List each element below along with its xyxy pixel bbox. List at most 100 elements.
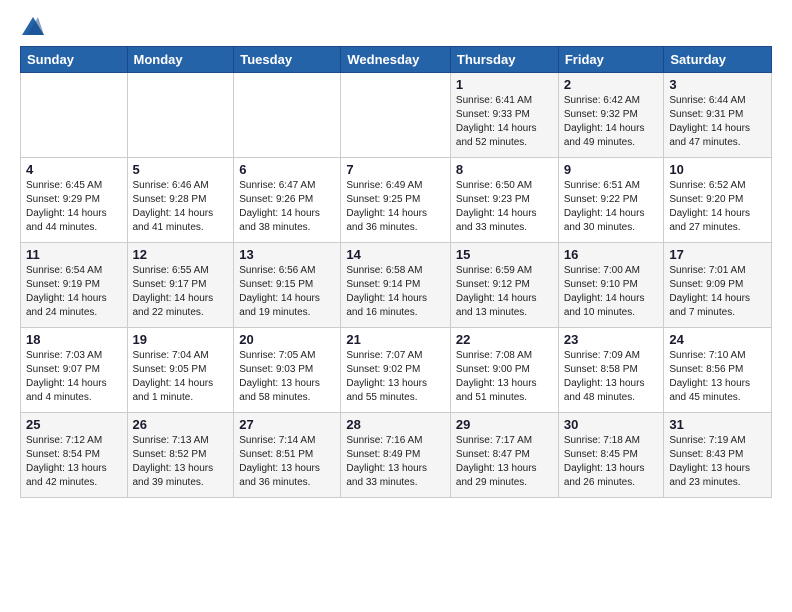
day-info: Sunrise: 6:47 AM Sunset: 9:26 PM Dayligh… xyxy=(239,179,335,235)
calendar-cell: 9 Sunrise: 6:51 AM Sunset: 9:22 PM Daylig… xyxy=(558,157,664,242)
calendar-cell xyxy=(341,72,451,157)
day-number: 8 xyxy=(456,162,553,177)
calendar-cell: 29 Sunrise: 7:17 AM Sunset: 8:47 PM Dayli… xyxy=(450,412,558,497)
weekday-header-friday: Friday xyxy=(558,46,664,72)
day-info: Sunrise: 7:12 AM Sunset: 8:54 PM Dayligh… xyxy=(26,434,122,490)
day-info: Sunrise: 6:51 AM Sunset: 9:22 PM Dayligh… xyxy=(564,179,659,235)
day-info: Sunrise: 7:09 AM Sunset: 8:58 PM Dayligh… xyxy=(564,349,659,405)
day-info: Sunrise: 7:18 AM Sunset: 8:45 PM Dayligh… xyxy=(564,434,659,490)
day-info: Sunrise: 6:46 AM Sunset: 9:28 PM Dayligh… xyxy=(133,179,229,235)
day-number: 1 xyxy=(456,77,553,92)
calendar-cell: 4 Sunrise: 6:45 AM Sunset: 9:29 PM Daylig… xyxy=(21,157,128,242)
logo xyxy=(20,16,46,36)
day-number: 27 xyxy=(239,417,335,432)
day-number: 19 xyxy=(133,332,229,347)
day-info: Sunrise: 7:05 AM Sunset: 9:03 PM Dayligh… xyxy=(239,349,335,405)
calendar-cell: 3Sunrise: 6:44 AM Sunset: 9:31 PM Daylig… xyxy=(664,72,772,157)
calendar-cell: 5 Sunrise: 6:46 AM Sunset: 9:28 PM Daylig… xyxy=(127,157,234,242)
day-number: 31 xyxy=(669,417,766,432)
calendar-cell xyxy=(234,72,341,157)
calendar-cell: 10Sunrise: 6:52 AM Sunset: 9:20 PM Dayli… xyxy=(664,157,772,242)
calendar-cell: 26 Sunrise: 7:13 AM Sunset: 8:52 PM Dayli… xyxy=(127,412,234,497)
calendar-week-4: 18 Sunrise: 7:03 AM Sunset: 9:07 PM Dayli… xyxy=(21,327,772,412)
day-info: Sunrise: 6:56 AM Sunset: 9:15 PM Dayligh… xyxy=(239,264,335,320)
day-number: 3 xyxy=(669,77,766,92)
calendar-cell: 18 Sunrise: 7:03 AM Sunset: 9:07 PM Dayli… xyxy=(21,327,128,412)
weekday-header-wednesday: Wednesday xyxy=(341,46,451,72)
day-info: Sunrise: 6:52 AM Sunset: 9:20 PM Dayligh… xyxy=(669,179,766,235)
day-number: 20 xyxy=(239,332,335,347)
day-info: Sunrise: 7:10 AM Sunset: 8:56 PM Dayligh… xyxy=(669,349,766,405)
day-number: 12 xyxy=(133,247,229,262)
day-info: Sunrise: 7:17 AM Sunset: 8:47 PM Dayligh… xyxy=(456,434,553,490)
day-info: Sunrise: 7:14 AM Sunset: 8:51 PM Dayligh… xyxy=(239,434,335,490)
day-number: 21 xyxy=(346,332,445,347)
calendar-cell: 21 Sunrise: 7:07 AM Sunset: 9:02 PM Dayli… xyxy=(341,327,451,412)
day-info: Sunrise: 6:58 AM Sunset: 9:14 PM Dayligh… xyxy=(346,264,445,320)
day-number: 18 xyxy=(26,332,122,347)
day-info: Sunrise: 7:16 AM Sunset: 8:49 PM Dayligh… xyxy=(346,434,445,490)
day-info: Sunrise: 7:07 AM Sunset: 9:02 PM Dayligh… xyxy=(346,349,445,405)
weekday-header-sunday: Sunday xyxy=(21,46,128,72)
day-number: 29 xyxy=(456,417,553,432)
weekday-header-monday: Monday xyxy=(127,46,234,72)
day-number: 28 xyxy=(346,417,445,432)
calendar-cell: 14 Sunrise: 6:58 AM Sunset: 9:14 PM Dayli… xyxy=(341,242,451,327)
day-info: Sunrise: 7:01 AM Sunset: 9:09 PM Dayligh… xyxy=(669,264,766,320)
day-info: Sunrise: 7:19 AM Sunset: 8:43 PM Dayligh… xyxy=(669,434,766,490)
day-info: Sunrise: 7:04 AM Sunset: 9:05 PM Dayligh… xyxy=(133,349,229,405)
day-info: Sunrise: 6:59 AM Sunset: 9:12 PM Dayligh… xyxy=(456,264,553,320)
calendar-cell: 20 Sunrise: 7:05 AM Sunset: 9:03 PM Dayli… xyxy=(234,327,341,412)
day-info: Sunrise: 7:08 AM Sunset: 9:00 PM Dayligh… xyxy=(456,349,553,405)
calendar-week-3: 11 Sunrise: 6:54 AM Sunset: 9:19 PM Dayli… xyxy=(21,242,772,327)
day-info: Sunrise: 7:03 AM Sunset: 9:07 PM Dayligh… xyxy=(26,349,122,405)
day-number: 24 xyxy=(669,332,766,347)
day-number: 2 xyxy=(564,77,659,92)
calendar-cell: 19 Sunrise: 7:04 AM Sunset: 9:05 PM Dayli… xyxy=(127,327,234,412)
calendar-week-2: 4 Sunrise: 6:45 AM Sunset: 9:29 PM Daylig… xyxy=(21,157,772,242)
calendar-cell: 13 Sunrise: 6:56 AM Sunset: 9:15 PM Dayli… xyxy=(234,242,341,327)
day-info: Sunrise: 7:00 AM Sunset: 9:10 PM Dayligh… xyxy=(564,264,659,320)
weekday-header-tuesday: Tuesday xyxy=(234,46,341,72)
day-number: 7 xyxy=(346,162,445,177)
day-number: 25 xyxy=(26,417,122,432)
day-info: Sunrise: 6:45 AM Sunset: 9:29 PM Dayligh… xyxy=(26,179,122,235)
day-number: 14 xyxy=(346,247,445,262)
calendar-cell: 23 Sunrise: 7:09 AM Sunset: 8:58 PM Dayli… xyxy=(558,327,664,412)
calendar-cell: 7 Sunrise: 6:49 AM Sunset: 9:25 PM Daylig… xyxy=(341,157,451,242)
day-number: 26 xyxy=(133,417,229,432)
calendar-cell: 16Sunrise: 7:00 AM Sunset: 9:10 PM Dayli… xyxy=(558,242,664,327)
day-number: 17 xyxy=(669,247,766,262)
day-number: 13 xyxy=(239,247,335,262)
day-info: Sunrise: 6:54 AM Sunset: 9:19 PM Dayligh… xyxy=(26,264,122,320)
day-info: Sunrise: 6:42 AM Sunset: 9:32 PM Dayligh… xyxy=(564,94,659,150)
calendar-cell: 28 Sunrise: 7:16 AM Sunset: 8:49 PM Dayli… xyxy=(341,412,451,497)
page: SundayMondayTuesdayWednesdayThursdayFrid… xyxy=(0,0,792,508)
calendar-cell: 27 Sunrise: 7:14 AM Sunset: 8:51 PM Dayli… xyxy=(234,412,341,497)
logo-icon xyxy=(22,17,44,35)
day-number: 30 xyxy=(564,417,659,432)
day-number: 6 xyxy=(239,162,335,177)
calendar-cell xyxy=(127,72,234,157)
calendar-cell: 6 Sunrise: 6:47 AM Sunset: 9:26 PM Daylig… xyxy=(234,157,341,242)
day-number: 11 xyxy=(26,247,122,262)
calendar-cell: 1 Sunrise: 6:41 AM Sunset: 9:33 PM Daylig… xyxy=(450,72,558,157)
calendar-cell: 11 Sunrise: 6:54 AM Sunset: 9:19 PM Dayli… xyxy=(21,242,128,327)
calendar-cell: 12 Sunrise: 6:55 AM Sunset: 9:17 PM Dayli… xyxy=(127,242,234,327)
day-number: 5 xyxy=(133,162,229,177)
day-number: 23 xyxy=(564,332,659,347)
day-number: 4 xyxy=(26,162,122,177)
day-info: Sunrise: 6:49 AM Sunset: 9:25 PM Dayligh… xyxy=(346,179,445,235)
calendar-cell: 24 Sunrise: 7:10 AM Sunset: 8:56 PM Dayli… xyxy=(664,327,772,412)
calendar-cell xyxy=(21,72,128,157)
weekday-header-thursday: Thursday xyxy=(450,46,558,72)
calendar-cell: 17 Sunrise: 7:01 AM Sunset: 9:09 PM Dayli… xyxy=(664,242,772,327)
day-info: Sunrise: 6:55 AM Sunset: 9:17 PM Dayligh… xyxy=(133,264,229,320)
weekday-header-saturday: Saturday xyxy=(664,46,772,72)
calendar-cell: 8Sunrise: 6:50 AM Sunset: 9:23 PM Daylig… xyxy=(450,157,558,242)
calendar-cell: 2 Sunrise: 6:42 AM Sunset: 9:32 PM Daylig… xyxy=(558,72,664,157)
day-number: 9 xyxy=(564,162,659,177)
day-info: Sunrise: 7:13 AM Sunset: 8:52 PM Dayligh… xyxy=(133,434,229,490)
day-info: Sunrise: 6:41 AM Sunset: 9:33 PM Dayligh… xyxy=(456,94,553,150)
calendar-cell: 30 Sunrise: 7:18 AM Sunset: 8:45 PM Dayli… xyxy=(558,412,664,497)
